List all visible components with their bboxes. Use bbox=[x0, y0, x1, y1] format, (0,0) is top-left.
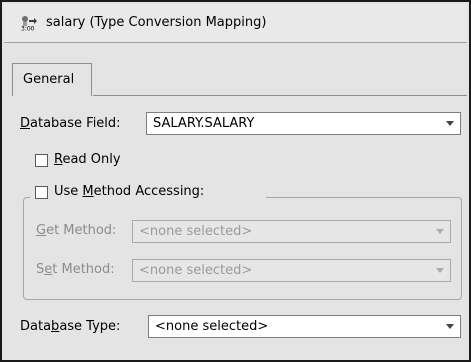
tab-divider bbox=[93, 95, 467, 96]
window-title: salary (Type Conversion Mapping) bbox=[46, 15, 267, 30]
mapping-editor-panel: 3:00 salary (Type Conversion Mapping) Ge… bbox=[0, 0, 471, 362]
database-field-label: Database Field: bbox=[20, 116, 121, 131]
tab-general[interactable]: General bbox=[12, 63, 92, 96]
database-type-value: <none selected> bbox=[155, 319, 269, 334]
database-field-combo[interactable]: SALARY.SALARY bbox=[146, 112, 461, 135]
get-method-label: Get Method: bbox=[36, 223, 117, 238]
type-conversion-mapping-icon: 3:00 bbox=[21, 16, 37, 32]
database-type-combo[interactable]: <none selected> bbox=[148, 315, 461, 338]
set-method-value: <none selected> bbox=[139, 263, 253, 278]
tab-general-label: General bbox=[23, 72, 75, 87]
chevron-down-icon[interactable] bbox=[436, 268, 444, 273]
read-only-label[interactable]: Read Only bbox=[54, 152, 121, 167]
read-only-checkbox[interactable] bbox=[35, 154, 48, 167]
set-method-combo[interactable]: <none selected> bbox=[132, 259, 451, 282]
use-method-accessing-label[interactable]: Use Method Accessing: bbox=[54, 184, 204, 199]
set-method-label: Set Method: bbox=[36, 262, 115, 277]
method-accessing-group bbox=[23, 197, 462, 300]
chevron-down-icon[interactable] bbox=[446, 121, 454, 126]
use-method-accessing-checkbox[interactable] bbox=[35, 186, 48, 199]
svg-text:3:00: 3:00 bbox=[21, 26, 35, 32]
title-bar: 3:00 salary (Type Conversion Mapping) bbox=[4, 4, 467, 43]
get-method-value: <none selected> bbox=[139, 224, 253, 239]
database-type-label: Database Type: bbox=[20, 319, 121, 334]
database-field-value: SALARY.SALARY bbox=[153, 116, 255, 131]
chevron-down-icon[interactable] bbox=[446, 324, 454, 329]
tab-strip: General bbox=[4, 43, 467, 96]
get-method-combo[interactable]: <none selected> bbox=[132, 220, 451, 243]
chevron-down-icon[interactable] bbox=[436, 229, 444, 234]
